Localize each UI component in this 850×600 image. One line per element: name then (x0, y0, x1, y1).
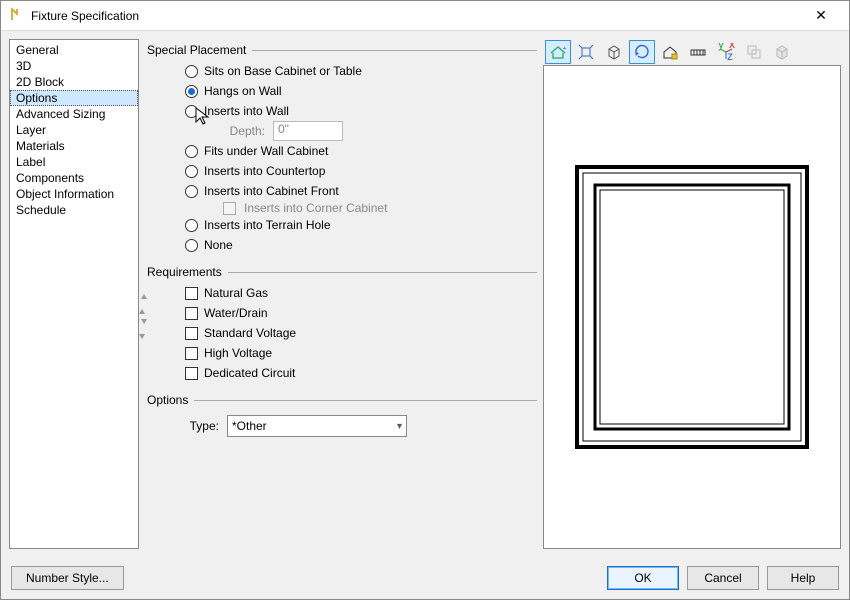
radio-label: Hangs on Wall (204, 84, 282, 98)
help-button[interactable]: Help (767, 566, 839, 590)
picture-frame-preview (567, 157, 817, 457)
close-icon[interactable]: ✕ (801, 7, 841, 24)
radio-label: None (204, 238, 233, 252)
toolbar-copy-view (741, 40, 767, 64)
titlebar: Fixture Specification ✕ (1, 1, 849, 31)
corner-cabinet-label: Inserts into Corner Cabinet (244, 201, 387, 215)
type-select[interactable]: *Other ▾ (227, 415, 407, 437)
dialog-body: General 3D 2D Block Options Advanced Siz… (1, 31, 849, 557)
sidebar-item-components[interactable]: Components (10, 170, 138, 186)
toolbar-cube-shaded (769, 40, 795, 64)
check-dedicated-circuit[interactable]: Dedicated Circuit (147, 363, 537, 383)
radio-icon (185, 219, 198, 232)
radio-icon (185, 145, 198, 158)
preview-column: xyz (543, 39, 841, 549)
requirements-legend: Requirements (147, 265, 222, 279)
toolbar-measure[interactable] (685, 40, 711, 64)
type-label: Type: (185, 419, 219, 433)
radio-label: Fits under Wall Cabinet (204, 144, 328, 158)
sidebar: General 3D 2D Block Options Advanced Siz… (9, 39, 139, 549)
preview-toolbar: xyz (543, 39, 841, 65)
radio-icon (185, 105, 198, 118)
radio-icon (185, 165, 198, 178)
footer: Number Style... OK Cancel Help (1, 557, 849, 599)
radio-icon (185, 85, 198, 98)
sidebar-item-options[interactable]: Options (10, 90, 138, 106)
chevron-down-icon: ▾ (397, 421, 402, 432)
options-group: Options Type: *Other ▾ (147, 393, 537, 441)
radio-none[interactable]: None (147, 235, 537, 255)
ok-button[interactable]: OK (607, 566, 679, 590)
radio-label: Inserts into Wall (204, 104, 289, 118)
checkbox-icon (185, 287, 198, 300)
depth-label: Depth: (223, 124, 265, 138)
radio-label: Inserts into Countertop (204, 164, 325, 178)
special-placement-group: Special Placement Sits on Base Cabinet o… (147, 43, 537, 255)
sidebar-item-advanced-sizing[interactable]: Advanced Sizing (10, 106, 138, 122)
radio-icon (185, 239, 198, 252)
window-title: Fixture Specification (31, 9, 801, 23)
sidebar-item-2d-block[interactable]: 2D Block (10, 74, 138, 90)
radio-fits-under-wall-cabinet[interactable]: Fits under Wall Cabinet (147, 141, 537, 161)
checkbox-icon (185, 327, 198, 340)
radio-inserts-into-terrain-hole[interactable]: Inserts into Terrain Hole (147, 215, 537, 235)
checkbox-label: Natural Gas (204, 286, 268, 300)
cancel-button[interactable]: Cancel (687, 566, 759, 590)
radio-sits-on-base[interactable]: Sits on Base Cabinet or Table (147, 61, 537, 81)
app-icon (9, 6, 25, 25)
sidebar-item-layer[interactable]: Layer (10, 122, 138, 138)
checkbox-label: Dedicated Circuit (204, 366, 295, 380)
check-water-drain[interactable]: Water/Drain (147, 303, 537, 323)
toolbar-cube-view[interactable] (601, 40, 627, 64)
preview-pane (543, 65, 841, 549)
sidebar-item-schedule[interactable]: Schedule (10, 202, 138, 218)
checkbox-label: Standard Voltage (204, 326, 296, 340)
checkbox-icon (223, 202, 236, 215)
sidebar-item-3d[interactable]: 3D (10, 58, 138, 74)
depth-row: Depth: 0" (147, 121, 537, 141)
checkbox-label: Water/Drain (204, 306, 268, 320)
radio-label: Inserts into Terrain Hole (204, 218, 331, 232)
sidebar-item-materials[interactable]: Materials (10, 138, 138, 154)
special-placement-legend: Special Placement (147, 43, 246, 57)
type-value: *Other (232, 419, 267, 433)
number-style-button[interactable]: Number Style... (11, 566, 124, 590)
check-standard-voltage[interactable]: Standard Voltage (147, 323, 537, 343)
toolbar-rotate-cam[interactable] (629, 40, 655, 64)
corner-cabinet-row: Inserts into Corner Cabinet (147, 201, 537, 215)
radio-label: Sits on Base Cabinet or Table (204, 64, 362, 78)
form-column: Special Placement Sits on Base Cabinet o… (147, 39, 537, 549)
checkbox-icon (185, 347, 198, 360)
radio-icon (185, 65, 198, 78)
svg-text:y: y (718, 43, 724, 51)
radio-icon (185, 185, 198, 198)
requirements-group: Requirements Natural Gas Water/Drain Sta… (147, 265, 537, 383)
depth-input[interactable]: 0" (273, 121, 343, 141)
checkbox-label: High Voltage (204, 346, 272, 360)
sidebar-item-label[interactable]: Label (10, 154, 138, 170)
options-legend: Options (147, 393, 188, 407)
toolbar-house-color[interactable] (657, 40, 683, 64)
sidebar-item-general[interactable]: General (10, 42, 138, 58)
check-natural-gas[interactable]: Natural Gas (147, 283, 537, 303)
radio-hangs-on-wall[interactable]: Hangs on Wall (147, 81, 537, 101)
main-area: Special Placement Sits on Base Cabinet o… (147, 39, 841, 549)
radio-inserts-into-wall[interactable]: Inserts into Wall (147, 101, 537, 121)
dialog-window: Fixture Specification ✕ General 3D 2D Bl… (0, 0, 850, 600)
radio-inserts-into-countertop[interactable]: Inserts into Countertop (147, 161, 537, 181)
checkbox-icon (185, 307, 198, 320)
toolbar-elevation-view[interactable] (545, 40, 571, 64)
radio-inserts-into-cabinet-front[interactable]: Inserts into Cabinet Front (147, 181, 537, 201)
toolbar-xyz-axes[interactable]: xyz (713, 40, 739, 64)
radio-label: Inserts into Cabinet Front (204, 184, 339, 198)
svg-text:z: z (727, 49, 733, 61)
sidebar-item-object-information[interactable]: Object Information (10, 186, 138, 202)
splitter-right[interactable] (139, 309, 145, 339)
check-high-voltage[interactable]: High Voltage (147, 343, 537, 363)
checkbox-icon (185, 367, 198, 380)
toolbar-full-extent[interactable] (573, 40, 599, 64)
